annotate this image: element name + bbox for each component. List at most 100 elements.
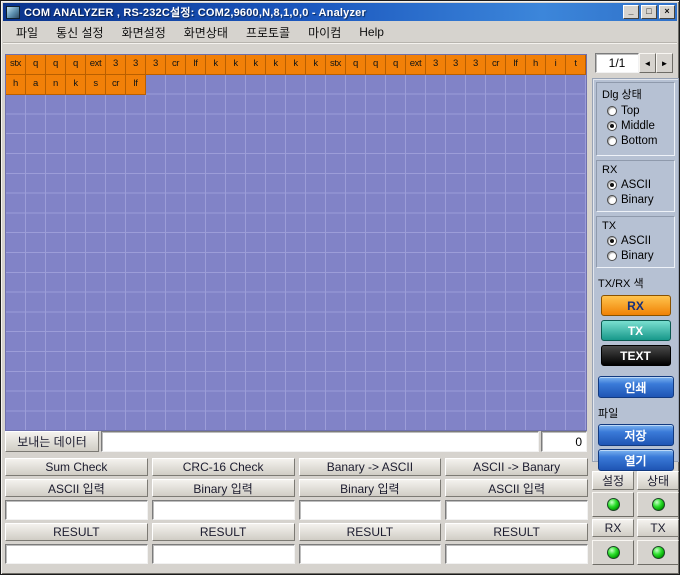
tool-input-field[interactable] bbox=[299, 500, 442, 520]
maximize-button[interactable]: □ bbox=[641, 5, 657, 19]
grid-cell[interactable]: stx bbox=[326, 55, 346, 75]
tx-color-button[interactable]: TX bbox=[601, 320, 671, 341]
grid-cell[interactable]: stx bbox=[6, 55, 26, 75]
data-grid[interactable]: stxqqqext333crlfkkkkkkstxqqqext333crlfhi… bbox=[5, 54, 587, 431]
app-window: COM ANALYZER , RS-232C설정: COM2,9600,N,8,… bbox=[0, 0, 680, 575]
grid-cell[interactable]: q bbox=[26, 55, 46, 75]
menu-item-1[interactable]: 파일 bbox=[7, 22, 47, 43]
minimize-button[interactable]: _ bbox=[623, 5, 639, 19]
grid-cell[interactable]: q bbox=[386, 55, 406, 75]
tool-input-field[interactable] bbox=[5, 500, 148, 520]
grid-cell[interactable]: q bbox=[66, 55, 86, 75]
grid-cell[interactable]: cr bbox=[166, 55, 186, 75]
tool-result-label[interactable]: RESULT bbox=[299, 523, 442, 541]
tool-result-label[interactable]: RESULT bbox=[152, 523, 295, 541]
side-panel: Dlg 상태TopMiddleBottom RXASCIIBinary TXAS… bbox=[592, 78, 679, 462]
grid-cell[interactable]: a bbox=[26, 75, 46, 95]
green-led-icon bbox=[652, 546, 665, 559]
tool-result-field[interactable] bbox=[445, 544, 588, 564]
green-led-icon bbox=[607, 498, 620, 511]
rx-display-group-option-binary[interactable]: Binary bbox=[607, 194, 674, 206]
send-data-input[interactable] bbox=[101, 431, 539, 452]
grid-cell[interactable]: q bbox=[346, 55, 366, 75]
open-button[interactable]: 열기 bbox=[598, 449, 674, 471]
grid-cell[interactable]: lf bbox=[506, 55, 526, 75]
send-data-label[interactable]: 보내는 데이터 bbox=[5, 431, 99, 452]
grid-cell[interactable]: k bbox=[266, 55, 286, 75]
tool-result-field[interactable] bbox=[5, 544, 148, 564]
grid-cell[interactable]: q bbox=[46, 55, 66, 75]
tx-display-group-option-binary[interactable]: Binary bbox=[607, 250, 674, 262]
menubar: 파일통신 설정화면설정화면상태프로토콜마이컴Help bbox=[3, 22, 677, 43]
dlg-status-group-option-bottom[interactable]: Bottom bbox=[607, 135, 674, 147]
text-color-button[interactable]: TEXT bbox=[601, 345, 671, 366]
tool-result-label[interactable]: RESULT bbox=[5, 523, 148, 541]
app-icon[interactable] bbox=[6, 6, 20, 19]
grid-cell[interactable]: i bbox=[546, 55, 566, 75]
tool-header[interactable]: CRC-16 Check bbox=[152, 458, 295, 476]
tx-display-group-option-ascii[interactable]: ASCII bbox=[607, 235, 674, 247]
grid-cell[interactable]: 3 bbox=[466, 55, 486, 75]
close-button[interactable]: × bbox=[659, 5, 675, 19]
grid-cell[interactable]: k bbox=[206, 55, 226, 75]
tool-input-label[interactable]: Binary 입력 bbox=[299, 479, 442, 497]
tool-result-label[interactable]: RESULT bbox=[445, 523, 588, 541]
grid-cell[interactable]: n bbox=[46, 75, 66, 95]
page-next-button[interactable]: ► bbox=[656, 53, 673, 73]
dlg-status-group-option-middle[interactable]: Middle bbox=[607, 120, 674, 132]
menu-item-6[interactable]: 마이컴 bbox=[299, 22, 350, 43]
grid-cell[interactable]: 3 bbox=[426, 55, 446, 75]
grid-cell[interactable]: lf bbox=[186, 55, 206, 75]
save-button[interactable]: 저장 bbox=[598, 424, 674, 446]
status-header-2: 상태 bbox=[637, 471, 679, 490]
grid-cell[interactable]: 3 bbox=[446, 55, 466, 75]
grid-cell[interactable]: q bbox=[366, 55, 386, 75]
menu-item-2[interactable]: 통신 설정 bbox=[47, 22, 113, 43]
grid-cell[interactable]: h bbox=[526, 55, 546, 75]
grid-cell[interactable]: h bbox=[6, 75, 26, 95]
tx-display-group: TXASCIIBinary bbox=[596, 216, 675, 268]
tool-input-label[interactable]: ASCII 입력 bbox=[445, 479, 588, 497]
grid-cell[interactable]: cr bbox=[106, 75, 126, 95]
dlg-status-group-option-top[interactable]: Top bbox=[607, 105, 674, 117]
grid-cell[interactable]: k bbox=[66, 75, 86, 95]
tool-header[interactable]: Banary -> ASCII bbox=[299, 458, 442, 476]
tool-column-2: CRC-16 Check Binary 입력 RESULT bbox=[152, 458, 295, 564]
tool-input-field[interactable] bbox=[152, 500, 295, 520]
grid-cell[interactable]: k bbox=[226, 55, 246, 75]
grid-cell[interactable]: lf bbox=[126, 75, 146, 95]
tool-column-1: Sum Check ASCII 입력 RESULT bbox=[5, 458, 148, 564]
tool-input-field[interactable] bbox=[445, 500, 588, 520]
print-button[interactable]: 인쇄 bbox=[598, 376, 674, 398]
grid-cell[interactable]: 3 bbox=[106, 55, 126, 75]
menu-item-7[interactable]: Help bbox=[350, 23, 393, 41]
menu-item-5[interactable]: 프로토콜 bbox=[237, 22, 299, 43]
grid-cell[interactable]: ext bbox=[406, 55, 426, 75]
rx-color-button[interactable]: RX bbox=[601, 295, 671, 316]
status-leds-bottom bbox=[592, 540, 679, 565]
grid-cell[interactable]: k bbox=[246, 55, 266, 75]
tool-header[interactable]: Sum Check bbox=[5, 458, 148, 476]
grid-cell[interactable]: 3 bbox=[126, 55, 146, 75]
grid-row-2: hankscrlf bbox=[6, 75, 146, 95]
menu-item-4[interactable]: 화면상태 bbox=[175, 22, 237, 43]
grid-cell[interactable]: s bbox=[86, 75, 106, 95]
page-prev-button[interactable]: ◄ bbox=[639, 53, 656, 73]
tool-result-field[interactable] bbox=[299, 544, 442, 564]
tool-result-field[interactable] bbox=[152, 544, 295, 564]
menu-item-3[interactable]: 화면설정 bbox=[113, 22, 175, 43]
status-led-2 bbox=[637, 492, 679, 517]
grid-cell[interactable]: cr bbox=[486, 55, 506, 75]
grid-cell[interactable]: k bbox=[286, 55, 306, 75]
send-count-field[interactable]: 0 bbox=[541, 431, 587, 452]
radio-option-label: Binary bbox=[621, 194, 654, 206]
grid-cell[interactable]: ext bbox=[86, 55, 106, 75]
tool-input-label[interactable]: ASCII 입력 bbox=[5, 479, 148, 497]
grid-cell[interactable]: t bbox=[566, 55, 586, 75]
grid-cell[interactable]: 3 bbox=[146, 55, 166, 75]
rx-display-group-title: RX bbox=[597, 161, 674, 177]
grid-cell[interactable]: k bbox=[306, 55, 326, 75]
tool-input-label[interactable]: Binary 입력 bbox=[152, 479, 295, 497]
tool-header[interactable]: ASCII -> Banary bbox=[445, 458, 588, 476]
rx-display-group-option-ascii[interactable]: ASCII bbox=[607, 179, 674, 191]
